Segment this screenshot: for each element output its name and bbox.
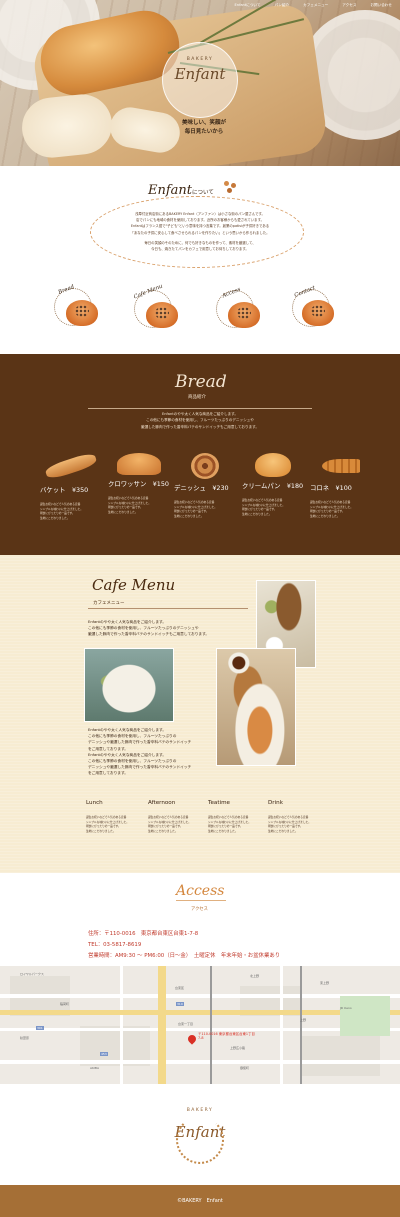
desc-line: 生地にこだわりました。: [174, 513, 204, 518]
map-label: 秋葉原: [20, 1036, 30, 1040]
hero-logo: BAKERY Enfant: [162, 42, 238, 118]
footer-copyright: ©BAKERY Enfant: [177, 1198, 223, 1204]
desc-line: 生地にこだわりました。: [310, 513, 340, 518]
cafe-text-1: Enfantのやや太く人気な商品をご紹介します。 この他にも季節の食材を使用し、…: [88, 619, 209, 638]
cafe-subtitle: カフェメニュー: [93, 601, 125, 606]
bread-name: クロワッサン ¥150: [108, 480, 169, 488]
access-address: 住所：〒110-0016 東京都台東区台東1-7-8: [88, 931, 199, 937]
baguette-image: [44, 451, 98, 481]
map-label: JR Ueno: [340, 1006, 352, 1010]
wreath-icon: [176, 1116, 224, 1164]
bread-bun-icon: [66, 300, 98, 326]
access-title: Access: [176, 883, 225, 899]
access-divider: [176, 900, 226, 901]
about-text: 浅草付近商店街にあるBAKERY Enfant（アンファン）は小さな街のパン屋さ…: [95, 211, 305, 252]
footer-logo-bakery: BAKERY: [186, 1108, 214, 1113]
access-hours: 営業時間：AM9:30 ～ PM6:00（日～金） 土曜定休 年末年始・お盆休業…: [88, 953, 281, 959]
cafe-bun-icon: [146, 302, 178, 328]
bread-name: コロネ ¥100: [310, 484, 352, 492]
bread-item-croissant[interactable]: クロワッサン ¥150 誕生お祝いなどで人気のある定番 シンプルな味わいに仕上げま…: [108, 453, 170, 514]
bread-item-baguette[interactable]: バケット ¥350 誕生お祝いなどで人気のある定番 シンプルな味わいに仕上げました…: [40, 451, 102, 520]
hero-tagline: 美味しい、笑顔が 毎日見たいから: [174, 119, 234, 137]
menu-afternoon-desc: 誕生お祝いなどで人気のある定番 シンプルな味わいに仕上げました。 朝食にぴったりの一…: [148, 815, 214, 833]
bread-name: デニッシュ ¥230: [174, 484, 229, 492]
contact-bun-icon: [302, 300, 334, 326]
cafe-photo-sandwich: [84, 648, 174, 722]
menu-lunch-label: Lunch: [86, 800, 103, 806]
map-label: 御徒町: [240, 1066, 250, 1070]
tagline-line-1: 美味しい、笑顔が: [181, 120, 226, 126]
tagline-line-2: 毎日見たいから: [184, 129, 224, 135]
bread-name: バケット ¥350: [40, 486, 89, 494]
map-route-badge: 319: [176, 1002, 184, 1006]
map-label: 台東区: [175, 986, 185, 990]
map-label: 東上野: [320, 981, 330, 985]
map-label: 上野: [300, 1018, 307, 1022]
cafe-text-line: をご用意しております。: [88, 771, 128, 776]
cafe-text-2: Enfantのやや太く人気な商品をご紹介します。 この他にも季節の食材を使用し、…: [88, 727, 191, 777]
bread-item-creampan[interactable]: クリームパン ¥180 誕生お祝いなどで人気のある定番 シンプルな味わいに仕上げま…: [242, 453, 304, 516]
desc-line: 生地にこだわりました。: [108, 509, 138, 514]
map-label: 北上野: [250, 974, 260, 978]
bread-item-cornet[interactable]: コロネ ¥100 誕生お祝いなどで人気のある定番 シンプルな味わいに仕上げました。…: [310, 453, 372, 518]
bread-intro: Enfantのやや太く人気な商品をご紹介します。 この他にも季節の食材を使用し、…: [100, 411, 300, 430]
map-route-badge: 453: [100, 1052, 108, 1056]
bread-desc: 誕生お祝いなどで人気のある定番 シンプルな味わいに仕上げました。 朝食にぴったりの一…: [310, 500, 372, 518]
desc-line: 生地にこだわりました。: [40, 515, 70, 520]
map-label: 上野広小路: [230, 1046, 246, 1050]
croissant-icon: [224, 181, 238, 193]
menu-drink-label: Drink: [268, 800, 283, 806]
bread-desc: 誕生お祝いなどで人気のある定番 シンプルな味わいに仕上げました。 朝食にぴったりの一…: [174, 500, 236, 518]
nav-bread[interactable]: パン紹介: [275, 3, 290, 8]
bread-divider: [88, 408, 312, 409]
desc-line: 生地にこだわりました。: [86, 828, 116, 833]
top-nav: Enfantについて パン紹介 カフェメニュー アクセス お問い合わせ: [235, 3, 392, 8]
logo-enfant-text: Enfant: [174, 65, 226, 83]
access-tel[interactable]: TEL：03-5817-8619: [88, 940, 141, 948]
access-map[interactable]: ロイヤルパークス 台東区 東上野 上野 秋葉原 御徒町 台東一丁目 JR Uen…: [0, 966, 400, 1084]
map-label: ロイヤルパークス: [20, 972, 44, 976]
menu-drink-desc: 誕生お祝いなどで人気のある定番 シンプルな味わいに仕上げました。 朝食にぴったりの一…: [268, 815, 334, 833]
menu-lunch-desc: 誕生お祝いなどで人気のある定番 シンプルな味わいに仕上げました。 朝食にぴったりの一…: [86, 815, 152, 833]
danish-image: [191, 453, 219, 479]
map-pin-label: 〒110-0016 東京都台東区台東1丁目7-8: [198, 1032, 255, 1040]
bread-desc: 誕生お祝いなどで人気のある定番 シンプルな味わいに仕上げました。 朝食にぴったりの一…: [108, 496, 170, 514]
logo-bakery-text: BAKERY: [186, 57, 214, 62]
nav-access[interactable]: アクセス: [342, 3, 356, 8]
nav-cafe[interactable]: カフェメニュー: [303, 3, 328, 8]
map-label: 台東一丁目: [178, 1022, 194, 1026]
menu-teatime-desc: 誕生お祝いなどで人気のある定番 シンプルな味わいに仕上げました。 朝食にぴったりの一…: [208, 815, 274, 833]
bread-subtitle: 商品紹介: [188, 395, 206, 400]
map-label: AKIBA: [90, 1066, 100, 1070]
cafe-text-line: 厳選した豚肉で作った香辛料バテのサンドイッチもご用意しております。: [88, 632, 210, 637]
cafe-text-line: デニッシュや厳選した豚肉で作った香辛料バテのサンドイッチ: [88, 740, 192, 745]
bread-name: クリームパン ¥180: [242, 482, 304, 490]
map-label: 稲荷町: [60, 1002, 70, 1006]
footer-logo: BAKERY Enfant: [170, 1104, 230, 1168]
nav-contact[interactable]: お問い合わせ: [370, 3, 392, 8]
bread-title: Bread: [175, 372, 227, 392]
desc-line: 生地にこだわりました。: [242, 511, 272, 516]
creampan-image: [255, 453, 291, 477]
about-line: 今日も、焼きたてパンをカフェで用意してお待ちしております。: [151, 247, 249, 252]
bread-intro-line: 厳選した豚肉で作った香辛料バテのサンドイッチもご用意しております。: [140, 424, 260, 429]
menu-teatime-label: Teatime: [208, 800, 230, 806]
bread-item-danish[interactable]: デニッシュ ¥230 誕生お祝いなどで人気のある定番 シンプルな味わいに仕上げまし…: [174, 453, 236, 518]
access-bun-icon: [228, 302, 260, 328]
croissant-image: [117, 453, 161, 475]
cafe-divider: [88, 608, 248, 609]
cafe-photo-afternoon: [216, 648, 296, 766]
cornet-image: [322, 459, 360, 473]
map-route-badge: 301: [36, 1026, 44, 1030]
bread-desc: 誕生お祝いなどで人気のある定番 シンプルな味わいに仕上げました。 朝食にぴったりの一…: [40, 502, 102, 520]
access-subtitle: アクセス: [191, 907, 208, 912]
bread-desc: 誕生お祝いなどで人気のある定番 シンプルな味わいに仕上げました。 朝食にぴったりの一…: [242, 498, 304, 516]
nav-about[interactable]: Enfantについて: [235, 3, 261, 8]
cafe-title: Cafe Menu: [92, 576, 176, 594]
desc-line: 生地にこだわりました。: [208, 828, 238, 833]
menu-afternoon-label: Afternoon: [148, 800, 176, 806]
desc-line: 生地にこだわりました。: [268, 828, 298, 833]
footer: ©BAKERY Enfant: [0, 1185, 400, 1217]
desc-line: 生地にこだわりました。: [148, 828, 178, 833]
